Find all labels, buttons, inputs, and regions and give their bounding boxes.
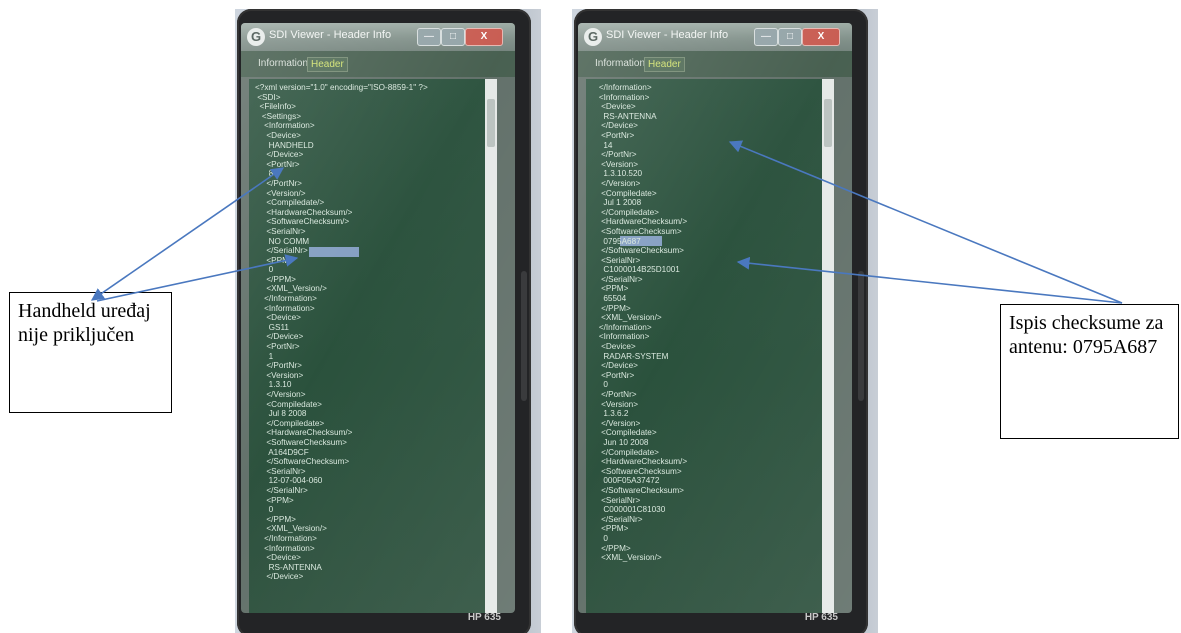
arrow-to-rs-antenna bbox=[728, 140, 1123, 304]
callout-arrows bbox=[90, 140, 1123, 304]
arrow-to-serial-no-comm bbox=[96, 254, 299, 302]
arrow-to-checksum bbox=[736, 256, 1123, 304]
arrow-to-handheld-device bbox=[90, 167, 285, 301]
